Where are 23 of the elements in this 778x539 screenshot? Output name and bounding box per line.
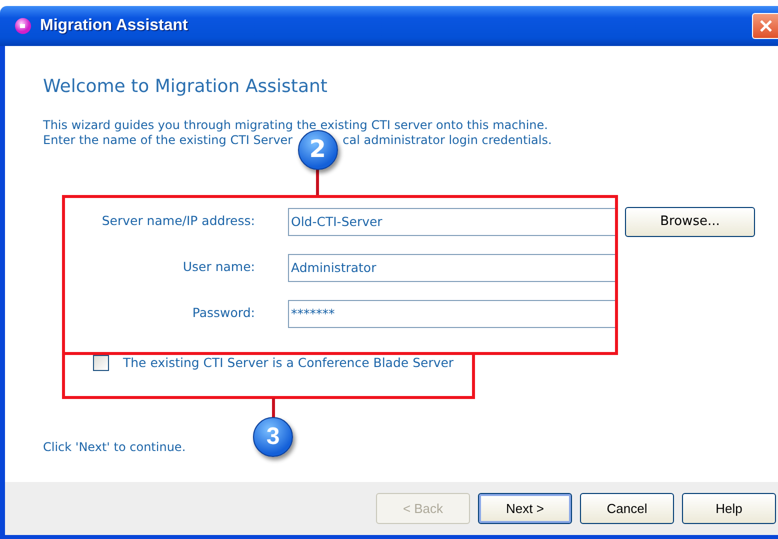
close-icon bbox=[758, 18, 774, 34]
wizard-button[interactable]: Next > bbox=[478, 493, 572, 524]
leader-line bbox=[316, 168, 319, 195]
checkbox[interactable] bbox=[93, 354, 109, 371]
window-title: Migration Assistant bbox=[40, 16, 188, 36]
field-label: Server name/IP address: bbox=[100, 212, 255, 230]
intro-text: cal administrator login credentials. bbox=[342, 132, 552, 148]
field-label: Password: bbox=[191, 304, 255, 322]
leader-line bbox=[272, 398, 275, 418]
wizard-button[interactable]: Cancel bbox=[580, 493, 674, 524]
input-field[interactable]: Administrator bbox=[288, 254, 616, 282]
close-button[interactable] bbox=[752, 13, 778, 39]
intro-text: Enter the name of the existing CTI Server bbox=[43, 132, 293, 148]
page-heading: Welcome to Migration Assistant bbox=[43, 76, 328, 98]
app-icon bbox=[14, 17, 32, 35]
input-field[interactable]: ******* bbox=[288, 300, 616, 328]
field-label: User name: bbox=[182, 258, 255, 276]
input-field[interactable]: Old-CTI-Server bbox=[288, 208, 616, 236]
checkbox-label: The existing CTI Server is a Conference Blade Server bbox=[123, 354, 454, 372]
callout-marker: 2 bbox=[298, 130, 338, 170]
footer-text: Click 'Next' to continue. bbox=[43, 439, 186, 456]
browse-button[interactable]: Browse... bbox=[625, 206, 755, 237]
wizard-button[interactable]: Help bbox=[682, 493, 776, 524]
